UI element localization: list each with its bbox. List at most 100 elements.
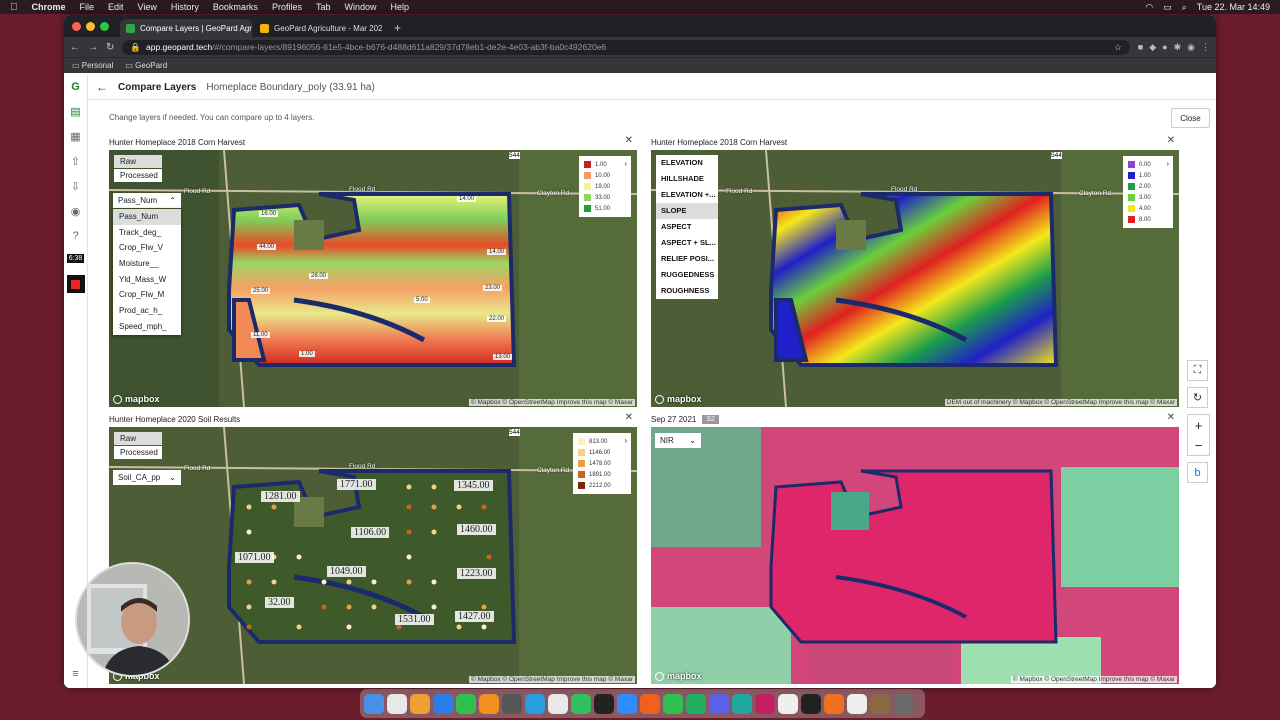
layer-option[interactable]: SLOPE: [656, 203, 718, 219]
layer-option[interactable]: RUGGEDNESS: [656, 267, 718, 283]
whatsapp-icon[interactable]: [571, 693, 591, 714]
launchpad-icon[interactable]: [387, 693, 407, 714]
zoom-in-button[interactable]: +: [1188, 415, 1209, 435]
close-panel-icon[interactable]: ✕: [1167, 412, 1175, 423]
attribute-option[interactable]: Crop_Flw_V: [113, 240, 181, 256]
user-icon[interactable]: ◉: [71, 205, 81, 218]
bing-icon[interactable]: b: [1187, 462, 1208, 483]
layer-option[interactable]: ELEVATION: [656, 155, 718, 171]
photos-icon[interactable]: [410, 693, 430, 714]
attribute-option[interactable]: Prod_ac_h_: [113, 303, 181, 319]
menu-edit[interactable]: Edit: [108, 2, 124, 12]
upload-icon[interactable]: ⇧: [71, 155, 80, 168]
close-panel-icon[interactable]: ✕: [625, 412, 633, 423]
app-icon[interactable]: [640, 693, 660, 714]
band-select[interactable]: NIR ⌄: [655, 433, 701, 448]
telegram-icon[interactable]: [525, 693, 545, 714]
processed-button[interactable]: Processed: [114, 169, 162, 182]
extension-icon[interactable]: ■: [1138, 42, 1143, 53]
app-icon[interactable]: [594, 693, 614, 714]
menu-icon[interactable]: ≡: [72, 668, 78, 680]
settings-icon[interactable]: [502, 693, 522, 714]
processed-button[interactable]: Processed: [114, 446, 162, 459]
menu-bookmarks[interactable]: Bookmarks: [213, 2, 258, 12]
address-bar[interactable]: 🔒 app.geopard.tech/#/compare-layers/8919…: [122, 39, 1130, 55]
zoom-out-button[interactable]: −: [1188, 435, 1209, 455]
menu-view[interactable]: View: [138, 2, 157, 12]
map-satellite[interactable]: NIR ⌄ mapbox © Mapbox © OpenStreetMap Im…: [651, 427, 1179, 684]
map-yield[interactable]: Flood Rd Flood Rd Clayton Rd 544 16.00 1…: [109, 150, 637, 407]
attribute-option[interactable]: Yld_Mass_W: [113, 272, 181, 288]
layer-option[interactable]: ROUGHNESS: [656, 283, 718, 299]
apple-icon[interactable]: : [10, 2, 18, 13]
back-icon[interactable]: ←: [70, 42, 80, 53]
pages-icon[interactable]: [479, 693, 499, 714]
help-icon[interactable]: ?: [72, 230, 78, 242]
attribute-option[interactable]: Pass_Num: [113, 209, 181, 225]
menu-file[interactable]: File: [80, 2, 95, 12]
back-arrow-icon[interactable]: ←: [96, 80, 108, 94]
tab-compare-layers[interactable]: Compare Layers | GeoPard Agr ✕: [120, 19, 252, 37]
zoom-icon[interactable]: [617, 693, 637, 714]
close-panel-icon[interactable]: ✕: [625, 135, 633, 146]
map-icon[interactable]: ▦: [70, 130, 80, 143]
app-store-icon[interactable]: [433, 693, 453, 714]
profile-avatar[interactable]: ◉: [1187, 42, 1195, 53]
finder-icon[interactable]: [364, 693, 384, 714]
slack-icon[interactable]: [778, 693, 798, 714]
menu-history[interactable]: History: [171, 2, 199, 12]
layer-option[interactable]: HILLSHADE: [656, 171, 718, 187]
chevron-right-icon[interactable]: ›: [624, 159, 627, 168]
stop-recording-button[interactable]: [66, 275, 85, 293]
notes-icon[interactable]: ▤: [70, 105, 80, 118]
menu-help[interactable]: Help: [390, 2, 409, 12]
close-button[interactable]: Close: [1171, 108, 1210, 128]
attribute-option[interactable]: Track_deg_: [113, 225, 181, 241]
battery-icon[interactable]: ▭: [1163, 2, 1172, 13]
attribute-select[interactable]: Pass_Num ⌃: [113, 193, 181, 208]
chevron-right-icon[interactable]: ›: [624, 436, 627, 445]
attribute-select[interactable]: Soil_CA_pp ⌄: [113, 470, 181, 485]
bookmark-personal[interactable]: ▭ Personal: [72, 61, 113, 70]
raw-button[interactable]: Raw: [114, 432, 162, 445]
terminal-icon[interactable]: [801, 693, 821, 714]
chrome-icon[interactable]: [548, 693, 568, 714]
trash-icon[interactable]: [893, 693, 913, 714]
wifi-icon[interactable]: ◠: [1145, 2, 1153, 13]
app-icon[interactable]: [663, 693, 683, 714]
extension-icon[interactable]: ◆: [1149, 42, 1156, 53]
bookmark-geopard[interactable]: ▭ GeoPard: [125, 61, 167, 70]
extension-icon[interactable]: ●: [1162, 42, 1167, 53]
star-icon[interactable]: ☆: [1114, 42, 1122, 53]
image-icon[interactable]: [870, 693, 890, 714]
app-icon[interactable]: [755, 693, 775, 714]
layer-option[interactable]: ELEVATION +...: [656, 187, 718, 203]
download-icon[interactable]: ⇩: [71, 180, 80, 193]
layer-option[interactable]: RELIEF POSI...: [656, 251, 718, 267]
menu-profiles[interactable]: Profiles: [272, 2, 302, 12]
tab-geopard-agriculture[interactable]: GeoPard Agriculture - Mar 202 ✕: [254, 19, 386, 37]
3d-rotate-icon[interactable]: ↻: [1187, 387, 1208, 408]
map-soil[interactable]: Flood Rd Flood Rd Clayton Rd 544 1281.00…: [109, 427, 637, 684]
whatsapp-icon[interactable]: [686, 693, 706, 714]
chevron-right-icon[interactable]: ›: [1166, 159, 1169, 168]
geopard-logo[interactable]: G: [71, 81, 80, 93]
app-icon[interactable]: [732, 693, 752, 714]
menubar-app-name[interactable]: Chrome: [32, 2, 66, 12]
attribute-option[interactable]: Crop_Flw_M: [113, 287, 181, 303]
map-topography[interactable]: Flood Rd Flood Rd Clayton Rd 544 ELEVATI…: [651, 150, 1179, 407]
close-window-button[interactable]: [72, 22, 81, 31]
firefox-icon[interactable]: [824, 693, 844, 714]
puzzle-icon[interactable]: ✱: [1174, 42, 1182, 53]
menubar-clock[interactable]: Tue 22. Mar 14:49: [1197, 2, 1270, 12]
fit-bounds-icon[interactable]: ⛶: [1187, 360, 1208, 381]
layer-option[interactable]: ASPECT + SL...: [656, 235, 718, 251]
forward-icon[interactable]: →: [88, 42, 98, 53]
map-attribution[interactable]: © Mapbox © OpenStreetMap Improve this ma…: [468, 399, 635, 406]
raw-button[interactable]: Raw: [114, 155, 162, 168]
minimize-window-button[interactable]: [86, 22, 95, 31]
close-panel-icon[interactable]: ✕: [1167, 135, 1175, 146]
messenger-icon[interactable]: [709, 693, 729, 714]
map-attribution[interactable]: DEM out of machinery © Mapbox © OpenStre…: [944, 399, 1177, 406]
zoom-window-button[interactable]: [100, 22, 109, 31]
